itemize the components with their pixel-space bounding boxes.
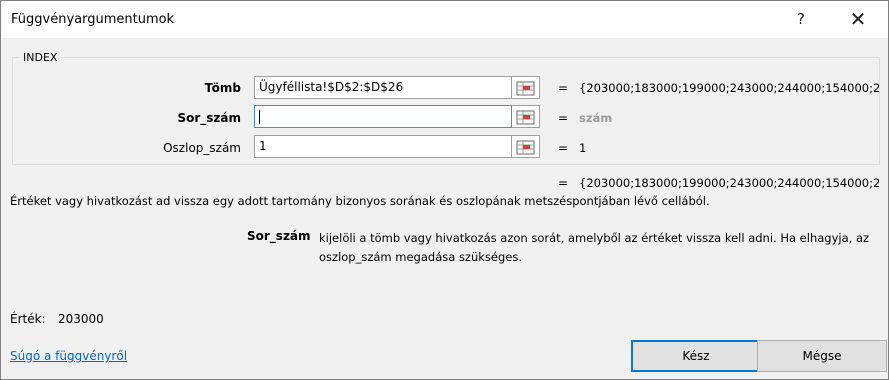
range-select-icon <box>516 110 535 125</box>
equals-sign: = <box>558 141 569 155</box>
collapse-dialog-button-sor-szam[interactable] <box>512 105 540 128</box>
arg-result-oszlop-szam: 1 <box>579 141 587 155</box>
help-on-function-link[interactable]: Súgó a függvényről <box>10 349 127 363</box>
ok-button[interactable]: Kész <box>631 340 761 372</box>
equals-sign: = <box>558 111 569 125</box>
arg-label-sor-szam: Sor_szám <box>177 111 241 125</box>
collapse-dialog-button-oszlop-szam[interactable] <box>512 135 540 158</box>
equals-sign: = <box>558 81 569 95</box>
dialog-title: Függvényargumentumok <box>11 12 175 27</box>
function-description: Értéket vagy hivatkozást ad vissza egy a… <box>10 194 710 208</box>
function-arguments-dialog: Függvényargumentumok ? ✕ INDEX Tömb Ügyf… <box>0 0 889 380</box>
arg-input-tomb[interactable]: Ügyféllista!$D$2:$D$26 <box>254 76 512 99</box>
close-button[interactable]: ✕ <box>839 5 877 33</box>
arg-result-tomb: {203000;183000;199000;243000;244000;1540… <box>579 81 879 95</box>
range-select-icon <box>516 140 535 155</box>
text-caret <box>259 109 260 124</box>
value-label: Érték: <box>10 312 46 326</box>
arg-label-tomb: Tömb <box>204 81 241 95</box>
cancel-button[interactable]: Mégse <box>757 340 887 372</box>
arg-input-sor-szam[interactable] <box>254 105 512 128</box>
current-arg-description: kijelöli a tömb vagy hivatkozás azon sor… <box>319 231 870 264</box>
arg-input-oszlop-szam[interactable]: 1 <box>254 135 512 158</box>
formula-value: 203000 <box>58 312 104 326</box>
collapse-dialog-button-tomb[interactable] <box>512 76 540 99</box>
range-select-icon <box>516 81 535 96</box>
arg-label-oszlop-szam: Oszlop_szám <box>163 141 241 155</box>
current-arg-name: Sor_szám <box>247 229 311 243</box>
function-name: INDEX <box>19 51 62 64</box>
overall-result: {203000;183000;199000;243000;244000;1540… <box>579 176 879 190</box>
title-bar: Függvényargumentumok ? ✕ <box>1 1 888 38</box>
arg-result-sor-szam: szám <box>579 111 613 125</box>
help-button[interactable]: ? <box>782 5 820 33</box>
overall-equals-sign: = <box>558 176 569 190</box>
